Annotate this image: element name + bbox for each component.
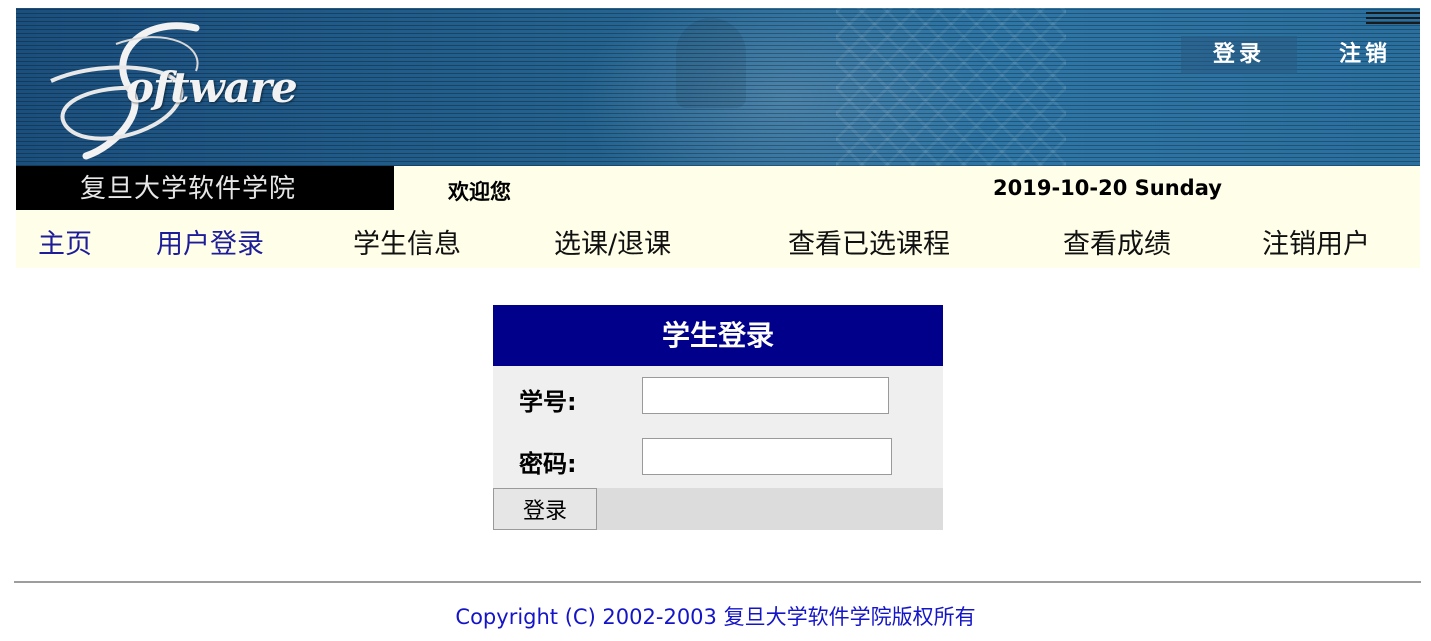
corner-decoration [1366,10,1420,24]
info-bar: 复旦大学软件学院 欢迎您 2019-10-20 Sunday [16,166,1420,210]
student-id-input[interactable] [642,377,889,414]
nav-course-select[interactable]: 选课/退课 [554,222,671,261]
login-form-body: 学号: 密码: [493,366,943,488]
nav-logout-user[interactable]: 注销用户 [1262,222,1370,261]
header-logout-button[interactable]: 注销 [1316,36,1414,74]
login-submit-button[interactable]: 登录 [493,488,597,530]
school-name: 复旦大学软件学院 [80,174,297,204]
main-nav: 主页 用户登录 学生信息 选课/退课 查看已选课程 查看成绩 注销用户 [16,210,1420,268]
school-name-box: 复旦大学软件学院 [16,166,394,210]
nav-view-grades[interactable]: 查看成绩 [1063,222,1171,261]
password-label: 密码: [519,450,577,478]
nav-student-info[interactable]: 学生信息 [353,222,461,261]
copyright-text: Copyright (C) 2002-2003 复旦大学软件学院版权所有 [455,605,976,629]
login-form-footer: 登录 [493,488,943,530]
welcome-text: 欢迎您 [448,180,511,204]
current-date: 2019-10-20 Sunday [993,176,1222,200]
logo-text: oftware [126,63,298,112]
site-banner: oftware 登录 注销 [16,8,1420,166]
student-id-label: 学号: [519,388,577,416]
nav-user-login[interactable]: 用户登录 [156,222,264,261]
nav-home[interactable]: 主页 [38,222,92,261]
password-input[interactable] [642,438,892,475]
login-title: 学生登录 [493,305,943,366]
footer-divider [14,581,1421,583]
nav-view-courses[interactable]: 查看已选课程 [788,222,950,261]
header-login-button[interactable]: 登录 [1181,36,1297,74]
student-login-panel: 学生登录 学号: 密码: 登录 [493,305,943,530]
